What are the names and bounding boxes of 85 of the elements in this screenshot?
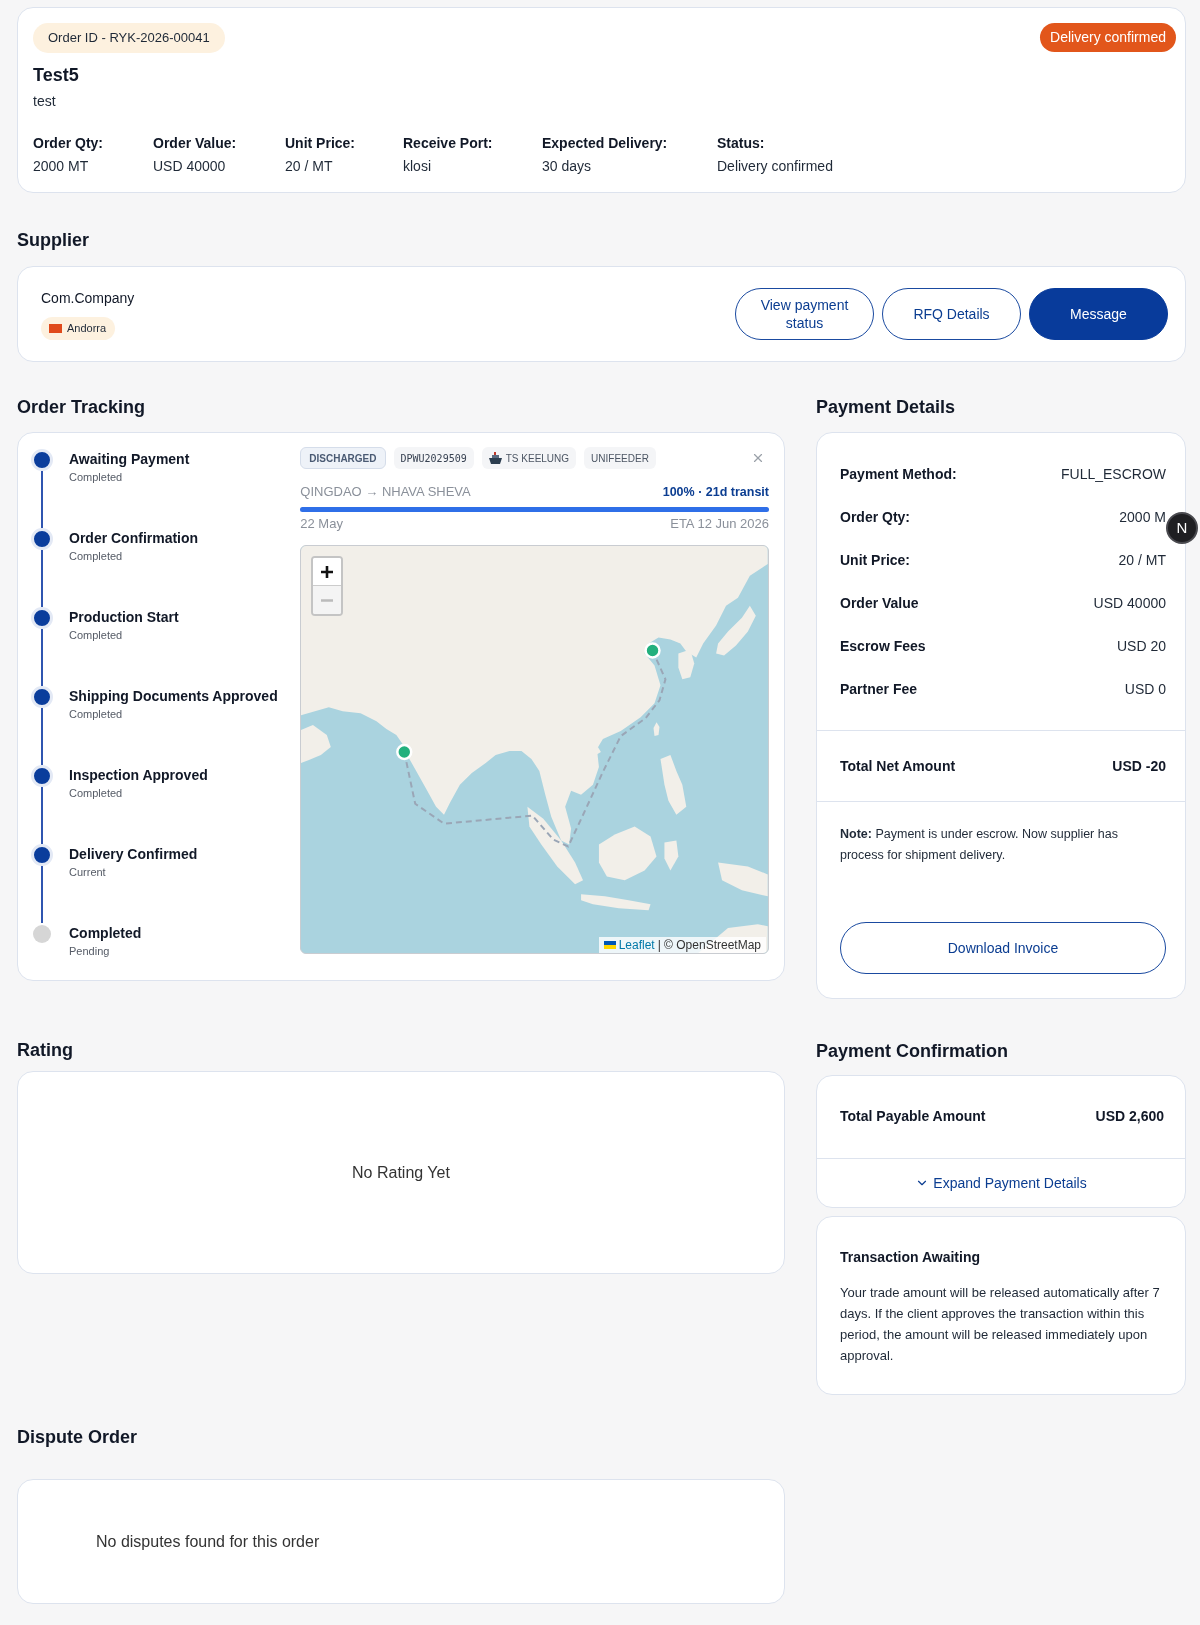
route-text: QINGDAO → NHAVA SHEVA [300,483,471,501]
section-heading: Rating [17,1039,74,1062]
payment-label: Order Value [840,594,919,613]
section-heading: Dispute Order [17,1426,139,1449]
step-title: Production Start [69,608,179,627]
leaflet-link[interactable]: Leaflet [618,937,655,953]
payment-value: 2000 M [1119,508,1166,527]
field-label: Unit Price: [285,134,356,153]
field-label: Order Qty: [33,134,104,153]
field-label: Order Value: [153,134,238,153]
step-title: Awaiting Payment [69,450,190,469]
download-invoice-button[interactable]: Download Invoice [840,922,1166,974]
payment-label: Order Qty: [840,508,910,527]
field-value: 30 days [542,157,593,176]
action-button[interactable]: View payment status [735,288,874,340]
field-value: Delivery confirmed [717,157,834,176]
status-tag: DISCHARGED [300,447,386,469]
minus-icon [321,598,334,602]
step-status: Pending [69,944,111,958]
action-button[interactable]: RFQ Details [882,288,1021,340]
section-heading: Payment Confirmation [816,1040,1010,1063]
dev-tools-button[interactable]: N [1166,512,1198,544]
payment-label: Partner Fee [840,680,918,699]
transaction-text: Your trade amount will be released automatically after 7 days. If the client approves the transaction within this period, the amount will be released immediately upon approval. [840,1284,1161,1365]
order-id-badge: Order ID - RYK-2026-00041 [33,23,225,53]
field-value: USD 40000 [153,157,227,176]
step-status: Completed [69,707,124,721]
plus-icon [321,565,334,578]
empty-dispute-text: No disputes found for this order [96,1531,320,1552]
action-button[interactable]: Message [1029,288,1168,340]
order-title: Test5 [33,64,80,87]
company-name: Com.Company [41,289,135,308]
total-value: USD -20 [1112,757,1166,776]
step-status: Current [69,865,107,879]
vessel-name: TS KEELUNG [505,451,570,466]
status-badge: Delivery confirmed [1040,23,1176,52]
order-description: test [33,92,57,111]
step-title: Delivery Confirmed [69,845,198,864]
field-label: Status: [717,134,766,153]
field-value: 20 / MT [285,157,334,176]
progress-label: 100% · 21d transit [662,484,769,501]
total-label: Total Net Amount [840,757,956,776]
payment-value: 20 / MT [1118,551,1166,570]
step-title: Shipping Documents Approved [69,687,278,706]
field-value: 2000 MT [33,157,90,176]
close-icon [751,451,765,465]
step-status: Completed [69,628,124,642]
payment-label: Unit Price: [840,551,910,570]
total-value: USD 2,600 [1095,1107,1164,1126]
flag-icon [49,324,62,333]
expand-details-link[interactable]: Expand Payment Details [915,1172,1087,1194]
field-label: Receive Port: [403,134,494,153]
step-title: Order Confirmation [69,529,199,548]
step-title: Completed [69,924,142,943]
map-view[interactable]: Leaflet | © OpenStreetMap [300,545,769,954]
attribution-text: | © OpenStreetMap [657,937,761,953]
escrow-note: Note: Payment is under escrow. Now supplier has process for shipment delivery. [840,826,1119,864]
carrier-tag: UNIFEEDER [584,447,656,469]
country-name: Andorra [67,321,107,337]
payment-label: Escrow Fees [840,637,926,656]
step-status: Completed [69,549,124,563]
port-marker-icon[interactable] [644,642,661,659]
ship-icon [488,452,502,464]
step-status: Completed [69,786,124,800]
eta-date: ETA 12 Jun 2026 [670,515,769,533]
transaction-title: Transaction Awaiting [840,1248,982,1267]
step-status: Completed [69,470,124,484]
section-heading: Payment Details [816,396,957,419]
step-title: Inspection Approved [69,766,208,785]
payment-value: FULL_ESCROW [1060,465,1166,484]
payment-label: Payment Method: [840,465,957,484]
section-heading: Supplier [17,229,90,252]
empty-rating-text: No Rating Yet [352,1162,450,1183]
departure-date: 22 May [300,515,343,533]
payment-value: USD 40000 [1093,594,1166,613]
flag-icon [603,941,616,949]
field-value: klosi [403,157,432,176]
payment-value: USD 0 [1124,680,1166,699]
container-tag: DPWU2029509 [393,447,474,469]
port-marker-icon[interactable] [396,743,413,761]
payment-value: USD 20 [1116,637,1166,656]
section-heading: Order Tracking [17,396,147,419]
total-label: Total Payable Amount [840,1107,986,1126]
field-label: Expected Delivery: [542,134,669,153]
zoom-button[interactable] [313,558,342,586]
